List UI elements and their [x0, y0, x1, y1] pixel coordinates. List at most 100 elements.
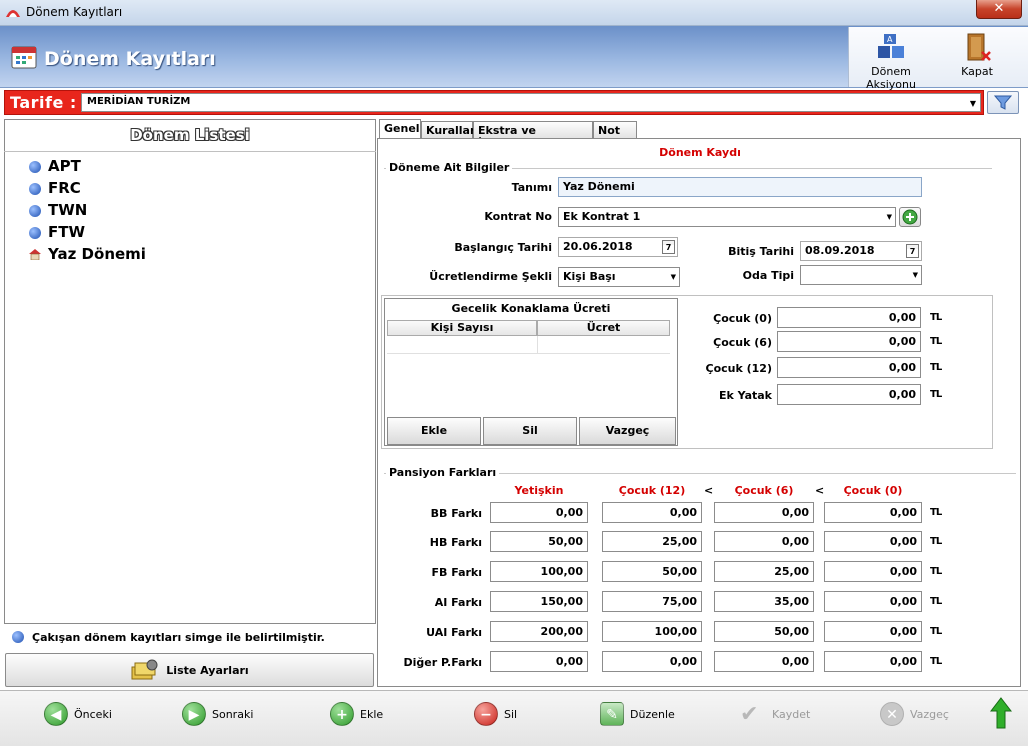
cocuk-6-input[interactable]: 0,00 [777, 331, 921, 352]
calendar-app-icon [10, 44, 38, 70]
check-icon: ✔ [740, 701, 759, 727]
info-icon [29, 161, 41, 173]
baslangic-tarihi-input[interactable]: 20.06.2018 7 [558, 237, 678, 257]
gecelik-vazgec-button[interactable]: Vazgeç [579, 417, 676, 445]
uai-cocuk-12-input[interactable]: 100,00 [602, 621, 702, 642]
onceki-button[interactable]: ◀ Önceki [44, 700, 112, 728]
tarife-label: Tarife : [10, 93, 77, 112]
list-item-apt[interactable]: APT [48, 157, 81, 175]
tab-not[interactable]: Not [593, 121, 637, 138]
hb-cocuk-6-input[interactable]: 0,00 [714, 531, 814, 552]
arrow-left-icon: ◀ [44, 702, 68, 726]
table-row[interactable] [387, 336, 670, 354]
edit-icon: ✎ [600, 702, 624, 726]
onceki-label: Önceki [74, 707, 112, 721]
kontrat-select[interactable]: Ek Kontrat 1 ▼ [558, 207, 896, 227]
column-header-ucret[interactable]: Ücret [537, 320, 670, 336]
bb-cocuk-6-input[interactable]: 0,00 [714, 502, 814, 523]
diger-cocuk-0-input[interactable]: 0,00 [824, 651, 922, 672]
bitis-tarihi-input[interactable]: 08.09.2018 7 [800, 241, 922, 261]
sonraki-button[interactable]: ▶ Sonraki [182, 700, 253, 728]
tl-currency: TL [930, 312, 942, 323]
calendar-icon[interactable]: 7 [662, 240, 675, 254]
bb-yetiskin-input[interactable]: 0,00 [490, 502, 588, 523]
plus-icon: + [330, 702, 354, 726]
list-item-yaz-donemi[interactable]: Yaz Dönemi [48, 245, 146, 263]
ek-yatak-label: Ek Yatak [718, 389, 772, 402]
kapat-button[interactable]: Kapat [948, 30, 1006, 84]
donem-list-title: Dönem Listesi [4, 120, 376, 152]
ekle-button[interactable]: + Ekle [330, 700, 383, 728]
diger-yetiskin-input[interactable]: 0,00 [490, 651, 588, 672]
baslangic-tarihi-value: 20.06.2018 [563, 240, 633, 253]
kaydet-label: Kaydet [772, 707, 811, 721]
ucretlendirme-select[interactable]: Kişi Başı ▼ [558, 267, 680, 287]
ai-yetiskin-input[interactable]: 150,00 [490, 591, 588, 612]
donem-aksiyonu-button[interactable]: A Dönem Aksiyonu [850, 30, 932, 91]
add-kontrat-button[interactable] [899, 207, 921, 227]
house-icon [28, 248, 42, 261]
bb-cocuk-0-input[interactable]: 0,00 [824, 502, 922, 523]
tab-genel[interactable]: Genel [379, 119, 421, 138]
scroll-top-button[interactable] [989, 697, 1013, 729]
hb-cocuk-0-input[interactable]: 0,00 [824, 531, 922, 552]
tl-currency: TL [930, 507, 942, 518]
cocuk-0-input[interactable]: 0,00 [777, 307, 921, 328]
cocuk-12-input[interactable]: 0,00 [777, 357, 921, 378]
info-icon [29, 205, 41, 217]
less-than-separator: < [704, 484, 714, 497]
bb-cocuk-12-input[interactable]: 0,00 [602, 502, 702, 523]
ai-farki-label: AI Farkı [434, 596, 482, 609]
list-item-twn[interactable]: TWN [48, 201, 87, 219]
calendar-icon[interactable]: 7 [906, 244, 919, 258]
tl-currency: TL [930, 362, 942, 373]
tanim-label: Tanımı [511, 181, 552, 194]
tanim-input[interactable]: Yaz Dönemi [558, 177, 922, 197]
sil-button[interactable]: − Sil [474, 700, 517, 728]
ek-yatak-input[interactable]: 0,00 [777, 384, 921, 405]
hb-cocuk-12-input[interactable]: 25,00 [602, 531, 702, 552]
uai-yetiskin-input[interactable]: 200,00 [490, 621, 588, 642]
fb-yetiskin-input[interactable]: 100,00 [490, 561, 588, 582]
filter-icon [993, 95, 1013, 110]
tarife-value: MERİDİAN TURİZM [87, 96, 191, 107]
uai-cocuk-0-input[interactable]: 0,00 [824, 621, 922, 642]
cancel-icon: ✕ [880, 702, 904, 726]
kaydet-button[interactable]: ✔ Kaydet [740, 700, 810, 728]
ai-cocuk-0-input[interactable]: 0,00 [824, 591, 922, 612]
conflict-info-text: Çakışan dönem kayıtları simge ile belirt… [32, 631, 325, 644]
tarife-select[interactable]: MERİDİAN TURİZM ▼ [81, 93, 981, 112]
tab-kurallar[interactable]: Kurallar [421, 121, 475, 138]
fb-cocuk-0-input[interactable]: 0,00 [824, 561, 922, 582]
fb-cocuk-12-input[interactable]: 50,00 [602, 561, 702, 582]
hb-yetiskin-input[interactable]: 50,00 [490, 531, 588, 552]
group-label-pansiyon-farklari: Pansiyon Farkları [386, 466, 500, 479]
oda-tipi-select[interactable]: ▼ [800, 265, 922, 285]
col-cocuk-12: Çocuk (12) [618, 484, 686, 497]
window-close-button[interactable]: ✕ [976, 0, 1022, 19]
diger-cocuk-12-input[interactable]: 0,00 [602, 651, 702, 672]
diger-farki-label: Diğer P.Farkı [403, 656, 482, 669]
diger-cocuk-6-input[interactable]: 0,00 [714, 651, 814, 672]
gecelik-ekle-button[interactable]: Ekle [387, 417, 481, 445]
donem-aksiyonu-label: Dönem Aksiyonu [866, 65, 916, 91]
bb-farki-label: BB Farkı [430, 507, 482, 520]
tab-ekstra-ve-indirimler[interactable]: Ekstra ve İndirimler [473, 121, 593, 150]
ai-cocuk-12-input[interactable]: 75,00 [602, 591, 702, 612]
duzenle-label: Düzenle [630, 707, 675, 721]
fb-cocuk-6-input[interactable]: 25,00 [714, 561, 814, 582]
vazgec-button[interactable]: ✕ Vazgeç [880, 700, 949, 728]
bitis-tarihi-value: 08.09.2018 [805, 244, 875, 257]
gecelik-sil-button[interactable]: Sil [483, 417, 577, 445]
duzenle-button[interactable]: ✎ Düzenle [600, 700, 675, 728]
ai-cocuk-6-input[interactable]: 35,00 [714, 591, 814, 612]
liste-ayarlari-button[interactable]: Liste Ayarları [5, 653, 374, 687]
fb-farki-label: FB Farkı [431, 566, 482, 579]
cocuk-6-label: Çocuk (6) [713, 336, 772, 349]
list-item-ftw[interactable]: FTW [48, 223, 85, 241]
column-header-kisi-sayisi[interactable]: Kişi Sayısı [387, 320, 537, 336]
minus-icon: − [474, 702, 498, 726]
list-item-frc[interactable]: FRC [48, 179, 81, 197]
uai-cocuk-6-input[interactable]: 50,00 [714, 621, 814, 642]
filter-button[interactable] [987, 91, 1019, 114]
